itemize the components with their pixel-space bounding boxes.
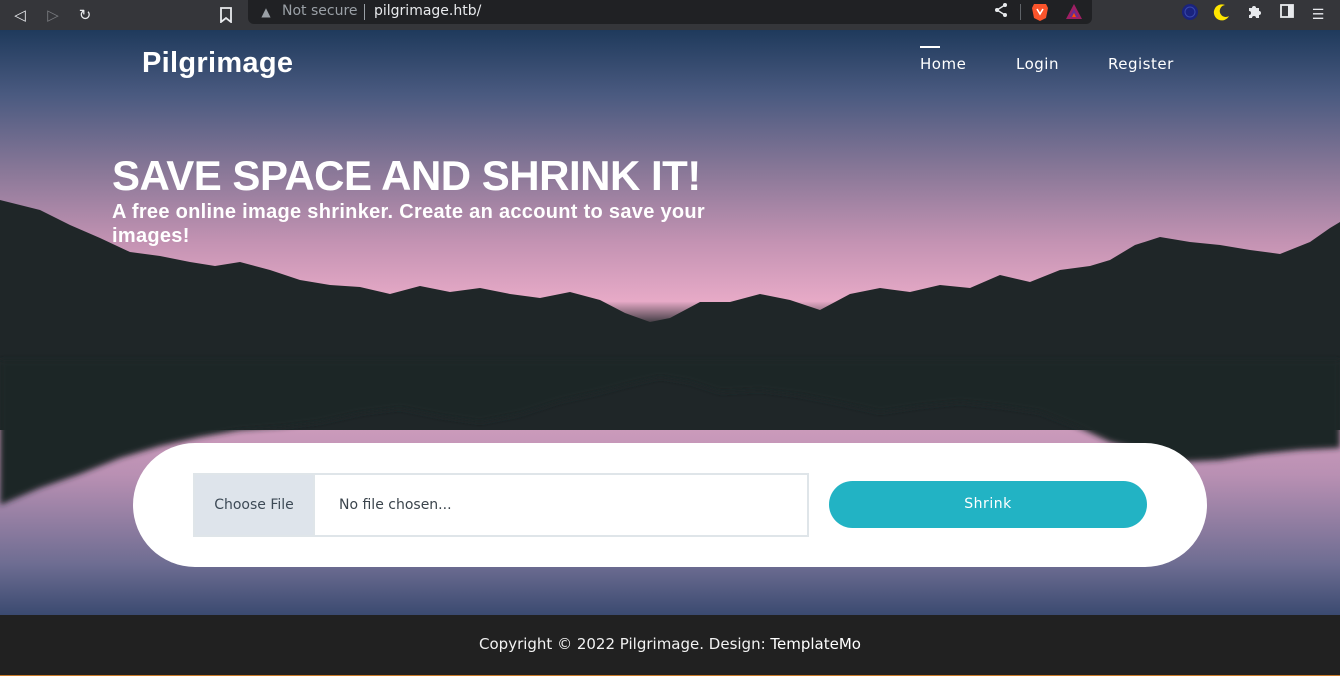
hero-subtitle: A free online image shrinker. Create an … — [112, 201, 706, 247]
menu-icon[interactable]: ☰ — [1306, 3, 1330, 27]
nav-register[interactable]: Register — [1108, 55, 1174, 73]
bookmark-icon[interactable] — [214, 3, 238, 27]
warning-icon[interactable]: ▲ — [258, 4, 274, 20]
sidebar-icon[interactable] — [1275, 3, 1299, 27]
browser-toolbar: ◁ ▷ ↻ ▲ Not secure pilgrimage.htb/ ☰ — [0, 0, 1340, 30]
copyright-text: Copyright © 2022 Pilgrimage. Design: — [479, 635, 771, 653]
forward-icon[interactable]: ▷ — [41, 3, 65, 27]
extensions-icon[interactable] — [1243, 3, 1267, 27]
address-bar[interactable]: ▲ Not secure pilgrimage.htb/ — [248, 0, 1092, 24]
address-separator — [364, 4, 365, 20]
vpn-extension-icon[interactable] — [1178, 3, 1202, 27]
file-input[interactable]: Choose File No file chosen... — [193, 473, 809, 537]
reload-icon[interactable]: ↻ — [73, 3, 97, 27]
footer-copyright: Copyright © 2022 Pilgrimage. Design: Tem… — [0, 635, 1340, 653]
upload-form: Choose File No file chosen... Shrink — [133, 443, 1207, 567]
brave-shields-icon[interactable] — [1031, 2, 1049, 22]
nav-home[interactable]: Home — [920, 55, 966, 73]
security-label[interactable]: Not secure — [282, 3, 358, 19]
templatemo-link[interactable]: TemplateMo — [770, 635, 861, 653]
back-icon[interactable]: ◁ — [8, 3, 32, 27]
share-icon[interactable] — [992, 2, 1010, 20]
address-separator-2 — [1020, 4, 1021, 20]
hero-title: SAVE SPACE AND SHRINK IT! — [112, 152, 701, 199]
file-status: No file chosen... — [339, 497, 452, 513]
brave-rewards-icon[interactable] — [1065, 2, 1083, 22]
footer: Copyright © 2022 Pilgrimage. Design: Tem… — [0, 615, 1340, 676]
nav-login[interactable]: Login — [1016, 55, 1059, 73]
nav-active-indicator — [920, 46, 940, 48]
page-content: Pilgrimage Home Login Register SAVE SPAC… — [0, 30, 1340, 676]
choose-file-button[interactable]: Choose File — [195, 475, 315, 535]
site-logo[interactable]: Pilgrimage — [142, 47, 293, 80]
dark-mode-icon[interactable] — [1210, 3, 1234, 27]
shrink-button[interactable]: Shrink — [829, 481, 1147, 528]
url-text[interactable]: pilgrimage.htb/ — [374, 3, 481, 19]
